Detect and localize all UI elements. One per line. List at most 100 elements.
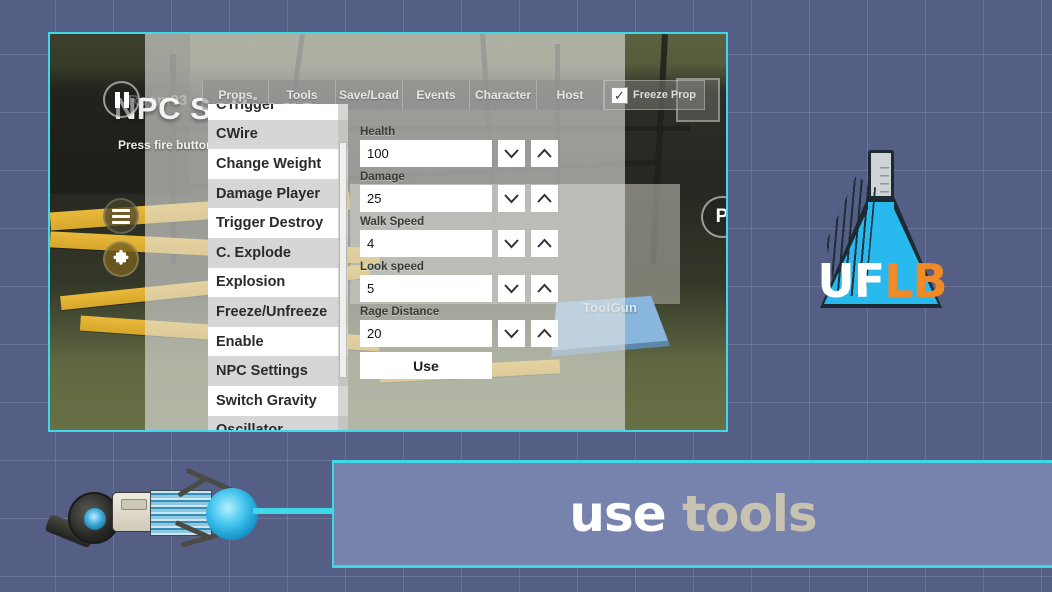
list-item[interactable]: C. Explode	[208, 238, 348, 268]
chevron-up-icon	[536, 193, 553, 205]
gravity-gun-graphic	[38, 466, 263, 566]
field-label-damage: Damage	[360, 171, 560, 183]
rage-distance-increment-button[interactable]	[531, 320, 558, 347]
list-scrollbar-track[interactable]	[338, 104, 348, 432]
field-row-damage: 25	[360, 185, 560, 212]
walk-speed-decrement-button[interactable]	[498, 230, 525, 257]
hamburger-icon	[112, 206, 130, 227]
field-row-health: 100	[360, 140, 560, 167]
toolbar-item-label: Events	[416, 88, 455, 102]
walk-speed-input[interactable]: 4	[360, 230, 492, 257]
field-label-walk-speed: Walk Speed	[360, 216, 560, 228]
uflb-wordmark: UFLB	[812, 258, 952, 304]
list-item[interactable]: CWire	[208, 120, 348, 150]
field-label-look-speed: Look speed	[360, 261, 560, 273]
menu-button[interactable]	[103, 198, 139, 234]
rage-distance-input[interactable]: 20	[360, 320, 492, 347]
toolbar-item-label: Props	[218, 88, 252, 102]
field-row-rage-distance: 20	[360, 320, 560, 347]
tool-list-panel[interactable]: CTrigger CWire Change Weight Damage Play…	[208, 104, 348, 432]
list-item-label: NPC Settings	[216, 363, 308, 379]
use-button[interactable]: Use	[360, 352, 492, 379]
look-speed-increment-button[interactable]	[531, 275, 558, 302]
toolbar-item-host[interactable]: Host	[537, 80, 604, 110]
list-item-label: CWire	[216, 126, 258, 142]
toolbar-item-label: Host	[557, 88, 584, 102]
page-root: ToolGun Room93 NPC Settings Press fire b…	[0, 0, 1052, 592]
chevron-down-icon	[503, 283, 520, 295]
gun-energy-orb	[206, 488, 258, 540]
chevron-up-icon	[536, 328, 553, 340]
list-item[interactable]: Freeze/Unfreeze	[208, 297, 348, 327]
health-increment-button[interactable]	[531, 140, 558, 167]
chevron-up-icon	[536, 283, 553, 295]
list-item[interactable]: Explosion	[208, 268, 348, 298]
look-speed-input[interactable]: 5	[360, 275, 492, 302]
toolbar-item-label: Save/Load	[339, 88, 399, 102]
damage-decrement-button[interactable]	[498, 185, 525, 212]
logo-text-uf: UF	[817, 254, 884, 308]
game-screenshot-panel: ToolGun Room93 NPC Settings Press fire b…	[48, 32, 728, 432]
list-scrollbar-thumb[interactable]	[339, 142, 347, 378]
banner-text: use tools	[569, 485, 816, 543]
list-item-label: Explosion	[216, 274, 285, 290]
rage-distance-decrement-button[interactable]	[498, 320, 525, 347]
damage-input[interactable]: 25	[360, 185, 492, 212]
gun-lens	[84, 508, 106, 530]
health-decrement-button[interactable]	[498, 140, 525, 167]
list-item[interactable]: Oscillator	[208, 416, 348, 432]
logo-text-lb: LB	[884, 254, 946, 308]
list-item-label: Oscillator	[216, 422, 283, 432]
list-item[interactable]: Switch Gravity	[208, 386, 348, 416]
chevron-down-icon	[503, 148, 520, 160]
list-item-label: Trigger Destroy	[216, 215, 323, 231]
checkbox-checked-icon[interactable]: ✓	[611, 87, 628, 104]
banner-word-2: tools	[682, 485, 817, 543]
list-item[interactable]: Damage Player	[208, 179, 348, 209]
health-input[interactable]: 100	[360, 140, 492, 167]
list-item[interactable]: CTrigger	[208, 104, 348, 120]
list-item[interactable]: NPC Settings	[208, 356, 348, 386]
chevron-down-icon	[503, 193, 520, 205]
list-item[interactable]: Trigger Destroy	[208, 208, 348, 238]
list-item-label: CTrigger	[216, 104, 276, 113]
field-row-walk-speed: 4	[360, 230, 560, 257]
gun-vent	[121, 499, 147, 510]
freeze-prop-label: Freeze Prop	[633, 89, 696, 101]
walk-speed-increment-button[interactable]	[531, 230, 558, 257]
chevron-up-icon	[536, 148, 553, 160]
chevron-down-icon	[503, 238, 520, 250]
field-row-look-speed: 5	[360, 275, 560, 302]
chevron-up-icon	[536, 238, 553, 250]
look-speed-decrement-button[interactable]	[498, 275, 525, 302]
field-label-health: Health	[360, 126, 560, 138]
pause-button[interactable]	[103, 81, 140, 118]
inventory-slot-selected[interactable]	[726, 78, 728, 130]
damage-increment-button[interactable]	[531, 185, 558, 212]
toolbar-item-label: Character	[475, 88, 531, 102]
toolbar-item-label: Tools	[286, 88, 317, 102]
list-item-label: Freeze/Unfreeze	[216, 304, 327, 320]
bottom-banner: use tools	[332, 460, 1052, 568]
gun-beam	[253, 508, 335, 514]
list-item-label: Damage Player	[216, 186, 320, 202]
puzzle-icon	[111, 249, 131, 269]
toolbar-item-character[interactable]: Character	[470, 80, 537, 110]
freeze-prop-checkbox-group[interactable]: ✓ Freeze Prop	[604, 80, 705, 110]
npc-settings-form: Health 100 Damage 25 Walk	[360, 122, 560, 379]
banner-word-1: use	[569, 485, 665, 543]
field-label-rage-distance: Rage Distance	[360, 306, 560, 318]
list-item-label: C. Explode	[216, 245, 291, 261]
list-item-label: Switch Gravity	[216, 393, 317, 409]
addons-button[interactable]	[103, 241, 139, 277]
list-item[interactable]: Change Weight	[208, 149, 348, 179]
fire-hint-text: Press fire button	[118, 138, 213, 152]
toolbar-item-events[interactable]: Events	[403, 80, 470, 110]
uflb-logo: UFLB	[812, 148, 952, 313]
list-item-label: Change Weight	[216, 156, 321, 172]
chevron-down-icon	[503, 328, 520, 340]
p-button-label: P	[716, 206, 728, 228]
pause-icon	[115, 92, 129, 108]
list-item[interactable]: Enable	[208, 327, 348, 357]
list-item-label: Enable	[216, 334, 264, 350]
